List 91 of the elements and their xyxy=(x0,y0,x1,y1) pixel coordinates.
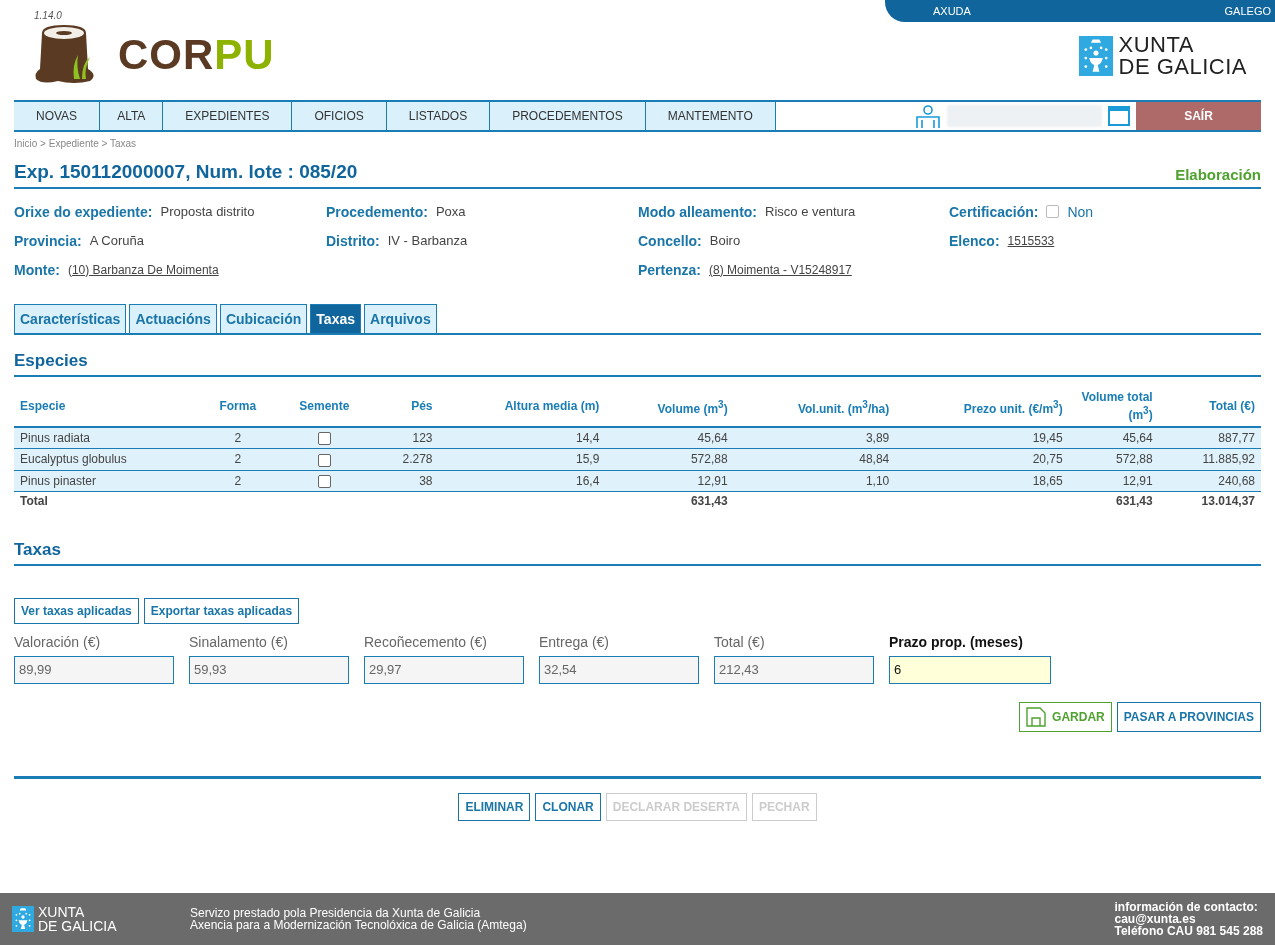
nav-item[interactable]: ALTA xyxy=(100,102,164,130)
field-label: Orixe do expediente: xyxy=(14,203,153,220)
logout-button[interactable]: SAÍR xyxy=(1136,102,1261,130)
field-label: Elenco: xyxy=(949,232,1000,249)
tab[interactable]: Características xyxy=(14,304,127,333)
field-link[interactable]: 1515533 xyxy=(1007,233,1055,248)
nav-item[interactable]: PROCEDEMENTOS xyxy=(490,102,646,130)
window-icon[interactable] xyxy=(1108,106,1130,126)
table-cell: Pinus pinaster xyxy=(14,470,200,492)
table-cell: 18,65 xyxy=(895,470,1069,492)
tab[interactable]: Taxas xyxy=(310,304,361,333)
nav-item[interactable]: EXPEDIENTES xyxy=(163,102,293,130)
table-cell: Pinus radiata xyxy=(14,427,200,449)
table-cell: 572,88 xyxy=(605,448,734,471)
field-value: Poxa xyxy=(435,204,466,219)
field-label: Valoración (€) xyxy=(14,634,102,650)
checkbox[interactable] xyxy=(317,432,331,446)
field-link[interactable]: (8) Moimenta - V15248917 xyxy=(709,262,852,277)
top-link[interactable]: GALEGO xyxy=(1224,5,1271,17)
field-value: Proposta distrito xyxy=(160,204,255,219)
table-cell: 20,75 xyxy=(895,448,1069,471)
field-value: Risco e ventura xyxy=(765,204,856,219)
table-cell: 631,43 xyxy=(1068,491,1159,510)
input-field[interactable]: 32,54 xyxy=(539,656,699,684)
field-label: Sinalamento (€) xyxy=(189,634,289,650)
contact-text: Teléfono CAU 981 545 288 xyxy=(1114,925,1263,937)
input-field[interactable]: 6 xyxy=(889,656,1051,684)
action-button[interactable]: ELIMINAR xyxy=(458,793,531,821)
contact-text: información de contacto: xyxy=(1114,901,1259,913)
input-field[interactable]: 29,97 xyxy=(364,656,524,684)
input-field[interactable]: 89,99 xyxy=(14,656,174,684)
save-icon xyxy=(1026,707,1047,727)
checkbox[interactable] xyxy=(1046,205,1060,218)
version-label: 1.14.0 xyxy=(34,10,63,21)
action-button[interactable]: PASAR A PROVINCIAS xyxy=(1116,702,1261,732)
nav-item[interactable]: NOVAS xyxy=(14,102,101,130)
field-label: Total (€) xyxy=(714,634,766,650)
tab[interactable]: Actuacións xyxy=(129,304,217,333)
field-label: Provincia: xyxy=(14,232,82,249)
table-cell: 3,89 xyxy=(733,427,896,449)
save-button[interactable]: GARDAR xyxy=(1019,702,1112,732)
field-link[interactable]: (10) Barbanza De Moimenta xyxy=(67,262,219,277)
checkbox[interactable] xyxy=(317,475,331,488)
user-icon xyxy=(915,104,941,128)
field-label: Pertenza: xyxy=(638,261,702,278)
field-label: Concello: xyxy=(638,232,702,249)
app-logo: CORPU xyxy=(118,31,275,79)
table-cell: 45,64 xyxy=(605,427,734,449)
action-button[interactable]: Ver taxas aplicadas xyxy=(14,598,139,624)
top-link[interactable]: AXUDA xyxy=(933,5,971,17)
field-label: Modo alleamento: xyxy=(638,203,757,220)
table-cell: 19,45 xyxy=(895,427,1069,449)
nav-item[interactable]: MANTEMENTO xyxy=(645,102,776,130)
total-label: Total xyxy=(14,491,200,510)
input-field[interactable]: 59,93 xyxy=(189,656,349,684)
nav-item[interactable]: LISTADOS xyxy=(386,102,491,130)
nav-item[interactable]: OFICIOS xyxy=(292,102,387,130)
field-label: Prazo prop. (meses) xyxy=(889,634,1024,650)
field-label: Distrito: xyxy=(326,232,380,249)
action-button[interactable]: Exportar taxas aplicadas xyxy=(143,598,300,624)
xunta-logo-text: XUNTA DE GALICIA xyxy=(1118,34,1247,78)
table-cell: 13.014,37 xyxy=(1158,491,1261,510)
coat-of-arms-icon xyxy=(1078,35,1113,77)
field-value: A Coruña xyxy=(89,233,144,248)
status-label: Elaboración xyxy=(1175,166,1261,183)
section-heading: Taxas xyxy=(14,540,1261,566)
field-value: Non xyxy=(1067,203,1094,220)
table-cell: 12,91 xyxy=(605,470,734,492)
table-cell: 631,43 xyxy=(605,491,734,510)
contact-text: cau@xunta.es xyxy=(1114,913,1197,925)
breadcrumb: Inicio > Expediente > Taxas xyxy=(14,138,137,149)
footer-text: Servizo prestado pola Presidencia da Xunta de Galicia xyxy=(190,907,481,919)
table-cell: Eucalyptus globulus xyxy=(14,448,200,471)
footer-text: Axencia para a Modernización Tecnolóxica de Galicia (Amtega) xyxy=(190,919,528,931)
field-label: Monte: xyxy=(14,261,60,278)
tab[interactable]: Arquivos xyxy=(364,304,437,333)
checkbox[interactable] xyxy=(317,453,331,467)
table-cell: 14,4 xyxy=(438,427,606,449)
field-value: IV - Barbanza xyxy=(387,233,468,248)
field-label: Entrega (€) xyxy=(539,634,611,650)
xunta-logo-text: XUNTA DE GALICIA xyxy=(38,905,117,933)
input-field[interactable]: 212,43 xyxy=(714,656,874,684)
page-title: Exp. 150112000007, Num. lote : 085/20 xyxy=(14,161,358,183)
coat-of-arms-icon xyxy=(12,905,34,933)
field-label: Procedemento: xyxy=(326,203,428,220)
field-label: Certificación: xyxy=(949,203,1039,220)
section-heading: Especies xyxy=(14,351,1261,377)
action-button[interactable]: CLONAR xyxy=(535,793,601,821)
field-label: Recoñecemento (€) xyxy=(364,634,488,650)
tab[interactable]: Cubicación xyxy=(219,304,308,333)
field-value: Boiro xyxy=(709,233,741,248)
